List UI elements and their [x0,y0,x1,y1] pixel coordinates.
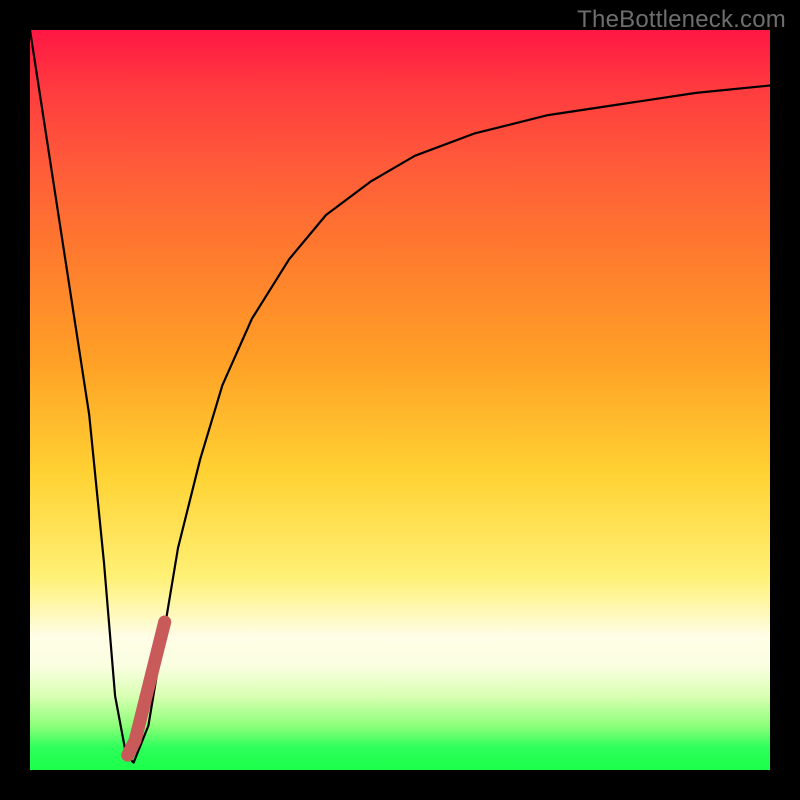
bottleneck-curve [30,30,770,763]
highlight-segment [128,622,165,755]
curve-overlay [30,30,770,770]
chart-frame: TheBottleneck.com [0,0,800,800]
